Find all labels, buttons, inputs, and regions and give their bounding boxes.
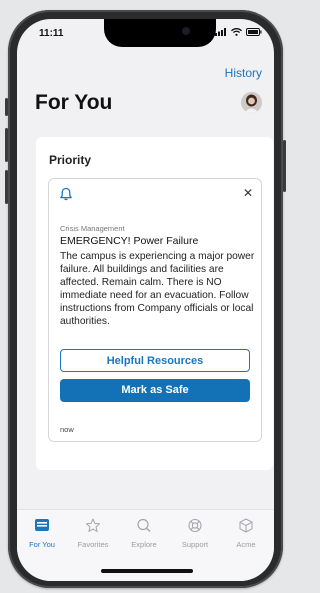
page-title: For You (35, 91, 113, 114)
tab-bar: For You Favorites Explore Support Acme (17, 509, 274, 581)
wifi-icon (231, 28, 242, 36)
home-indicator[interactable] (101, 569, 193, 573)
tab-label: Explore (131, 540, 157, 549)
alert-headline: EMERGENCY! Power Failure (60, 235, 199, 247)
tab-favorites[interactable]: Favorites (68, 518, 118, 549)
alert-timestamp: now (60, 425, 74, 434)
volume-down-button (5, 170, 8, 204)
priority-heading: Priority (49, 153, 92, 167)
tab-explore[interactable]: Explore (119, 518, 169, 549)
status-time: 11:11 (39, 28, 64, 39)
tab-label: Acme (236, 540, 256, 549)
alert-body: The campus is experiencing a major power… (60, 251, 255, 327)
avatar[interactable] (241, 92, 262, 113)
search-icon (137, 518, 151, 533)
helpful-resources-button[interactable]: Helpful Resources (60, 349, 250, 372)
power-button (283, 140, 286, 192)
lifebuoy-icon (188, 518, 202, 533)
priority-panel: Priority ✕ Crisis Management EMERGENCY! … (36, 137, 273, 470)
tab-label: Support (181, 540, 209, 549)
tab-for-you[interactable]: For You (17, 518, 67, 549)
close-icon[interactable]: ✕ (243, 187, 253, 199)
tab-label: For You (29, 540, 55, 549)
bell-icon (60, 187, 72, 201)
alert-category: Crisis Management (60, 224, 125, 233)
volume-up-button (5, 128, 8, 162)
cube-icon (239, 518, 253, 533)
silent-switch (5, 98, 8, 116)
tab-acme[interactable]: Acme (221, 518, 271, 549)
inbox-icon (35, 519, 49, 531)
tab-label: Favorites (77, 540, 109, 549)
phone-screen: 11:11 History For You Priority ✕ Crisis … (17, 19, 274, 581)
mark-as-safe-button[interactable]: Mark as Safe (60, 379, 250, 402)
alert-card[interactable]: ✕ Crisis Management EMERGENCY! Power Fai… (48, 178, 262, 442)
tab-support[interactable]: Support (170, 518, 220, 549)
battery-icon (246, 28, 262, 36)
cellular-signal-icon (215, 28, 226, 36)
user-photo-icon (241, 92, 262, 113)
star-icon (85, 518, 101, 532)
status-icons (215, 28, 262, 36)
history-link[interactable]: History (225, 66, 262, 80)
notch (104, 19, 216, 47)
